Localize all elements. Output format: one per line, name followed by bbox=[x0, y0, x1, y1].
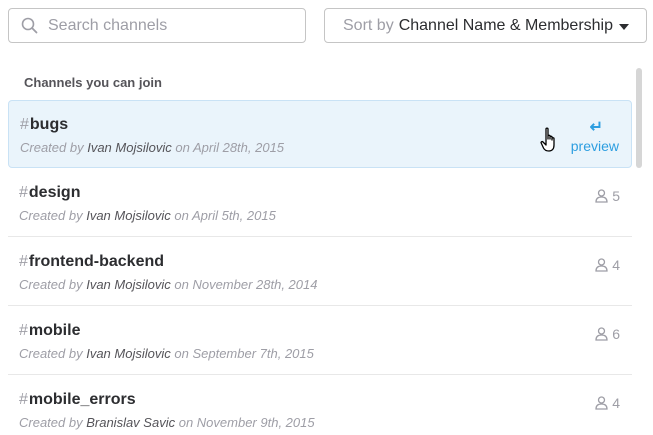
channel-name: #frontend-backend bbox=[19, 253, 164, 271]
created-by-label: Created by bbox=[19, 415, 83, 430]
channel-row-mobile[interactable]: #mobile Created by Ivan Mojsilovic on Se… bbox=[8, 307, 632, 375]
member-count: 4 bbox=[595, 257, 620, 273]
scrollbar[interactable] bbox=[636, 68, 642, 168]
caret-down-icon bbox=[619, 24, 629, 30]
created-date: on November 28th, 2014 bbox=[174, 277, 318, 292]
channel-meta: Created by Ivan Mojsilovic on April 5th,… bbox=[19, 208, 276, 223]
created-date: on November 9th, 2015 bbox=[178, 415, 315, 430]
hash-icon: # bbox=[19, 322, 28, 339]
member-count: 5 bbox=[595, 188, 620, 204]
search-icon bbox=[21, 17, 38, 34]
created-by-label: Created by bbox=[19, 277, 83, 292]
creator-name: Ivan Mojsilovic bbox=[86, 346, 171, 361]
member-count-value: 4 bbox=[612, 395, 620, 411]
channel-name-text: design bbox=[28, 184, 81, 201]
member-count-value: 6 bbox=[612, 326, 620, 342]
member-count: 4 bbox=[595, 395, 620, 411]
created-date: on September 7th, 2015 bbox=[174, 346, 314, 361]
channel-meta: Created by Ivan Mojsilovic on April 28th… bbox=[20, 140, 284, 155]
channel-list[interactable]: #bugs Created by Ivan Mojsilovic on Apri… bbox=[8, 100, 632, 435]
member-count-value: 5 bbox=[612, 188, 620, 204]
member-count: 6 bbox=[595, 326, 620, 342]
created-by-label: Created by bbox=[20, 140, 84, 155]
sort-dropdown[interactable]: Sort by Channel Name & Membership bbox=[324, 8, 647, 43]
search-box[interactable] bbox=[8, 8, 306, 43]
preview-label: preview bbox=[570, 138, 619, 154]
hand-cursor-icon bbox=[540, 127, 555, 152]
creator-name: Branislav Savic bbox=[86, 415, 176, 430]
channel-row-mobile-errors[interactable]: #mobile_errors Created by Branislav Savi… bbox=[8, 376, 632, 435]
creator-name: Ivan Mojsilovic bbox=[86, 277, 171, 292]
creator-name: Ivan Mojsilovic bbox=[87, 140, 172, 155]
sort-value: Channel Name & Membership bbox=[398, 16, 614, 34]
hash-icon: # bbox=[19, 184, 28, 201]
user-icon bbox=[595, 327, 608, 341]
channel-name-text: mobile bbox=[28, 322, 81, 339]
channel-name: #design bbox=[19, 184, 80, 202]
channel-meta: Created by Branislav Savic on November 9… bbox=[19, 415, 315, 430]
created-by-label: Created by bbox=[19, 346, 83, 361]
section-title: Channels you can join bbox=[24, 75, 162, 90]
enter-icon: ↵ bbox=[589, 119, 603, 136]
hash-icon: # bbox=[19, 253, 28, 270]
channel-name-text: frontend-backend bbox=[28, 253, 165, 270]
sort-prefix: Sort by bbox=[343, 16, 394, 34]
channel-meta: Created by Ivan Mojsilovic on November 2… bbox=[19, 277, 317, 292]
user-icon bbox=[595, 396, 608, 410]
channel-name-text: bugs bbox=[29, 116, 69, 133]
member-count-value: 4 bbox=[612, 257, 620, 273]
channel-name: #bugs bbox=[20, 116, 68, 134]
hash-icon: # bbox=[19, 391, 28, 408]
search-input[interactable] bbox=[48, 16, 278, 35]
preview-button[interactable]: ↵ preview bbox=[555, 117, 619, 157]
channel-meta: Created by Ivan Mojsilovic on September … bbox=[19, 346, 314, 361]
channel-name: #mobile bbox=[19, 322, 80, 340]
created-date: on April 5th, 2015 bbox=[174, 208, 276, 223]
user-icon bbox=[595, 258, 608, 272]
creator-name: Ivan Mojsilovic bbox=[86, 208, 171, 223]
channel-row-frontend-backend[interactable]: #frontend-backend Created by Ivan Mojsil… bbox=[8, 238, 632, 306]
channel-row-design[interactable]: #design Created by Ivan Mojsilovic on Ap… bbox=[8, 169, 632, 237]
channel-row-bugs[interactable]: #bugs Created by Ivan Mojsilovic on Apri… bbox=[8, 100, 632, 168]
created-date: on April 28th, 2015 bbox=[175, 140, 285, 155]
user-icon bbox=[595, 189, 608, 203]
channel-name-text: mobile_errors bbox=[28, 391, 136, 408]
hash-icon: # bbox=[20, 116, 29, 133]
created-by-label: Created by bbox=[19, 208, 83, 223]
channel-name: #mobile_errors bbox=[19, 391, 136, 409]
